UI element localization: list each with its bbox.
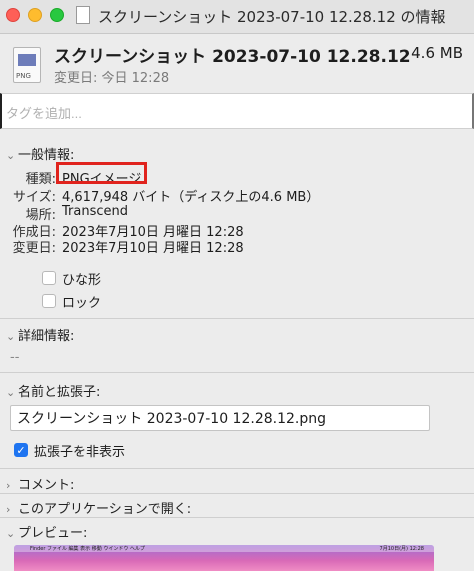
kind-label: 種類: [25,172,56,187]
details-value: -- [10,350,20,365]
open-with-section-label: このアプリケーションで開く: [18,502,192,517]
stationery-label: ひな形 [62,273,102,288]
locked-label: ロック [62,296,102,311]
open-with-section-header[interactable]: › このアプリケーションで開く: [6,498,191,517]
section-divider [0,517,474,518]
details-section-label: 詳細情報: [18,329,75,344]
chevron-right-icon: › [6,479,11,492]
file-preview-thumb [18,54,36,66]
file-size: 4.6 MB [411,44,463,62]
file-thumbnail-icon: PNG [13,47,41,83]
chevron-down-icon: ⌄ [6,149,16,162]
details-section-header[interactable]: ⌄ 詳細情報: [6,325,74,344]
stationery-checkbox[interactable] [42,271,56,285]
modified-value: 2023年7月10日 月曜日 12:28 [62,241,244,256]
file-modified-date: 変更日: 今日 12:28 [54,71,170,86]
hide-extension-label: 拡張子を非表示 [34,445,126,460]
modified-label: 変更日: [12,241,56,256]
name-ext-section-header[interactable]: ⌄ 名前と拡張子: [6,381,100,400]
preview-section-label: プレビュー: [18,526,88,541]
comments-section-label: コメント: [18,478,75,493]
preview-status-text: 7月10日(月) 12:28 [379,546,424,552]
kind-highlight-box [56,162,147,184]
tags-input[interactable] [0,93,474,129]
file-name-field[interactable] [10,405,430,431]
section-divider [0,493,474,494]
size-value: 4,617,948 バイト（ディスク上の4.6 MB） [62,190,320,205]
section-divider [0,468,474,469]
close-window-button[interactable] [6,8,20,22]
section-divider [0,372,474,373]
comments-section-header[interactable]: › コメント: [6,474,74,493]
zoom-window-button[interactable] [50,8,64,22]
file-name-heading: スクリーンショット 2023-07-10 12.28.12 [54,47,411,67]
chevron-down-icon: ⌄ [6,527,16,540]
minimize-window-button[interactable] [28,8,42,22]
preview-image: Finder ファイル 編集 表示 移動 ウインドウ ヘルプ 7月10日(月) … [14,545,434,571]
location-value: Transcend [62,204,128,219]
hide-extension-checkbox[interactable]: ✓ [14,443,28,457]
locked-checkbox[interactable] [42,294,56,308]
chevron-down-icon: ⌄ [6,330,16,343]
name-ext-section-label: 名前と拡張子: [18,385,101,400]
chevron-right-icon: › [6,503,11,516]
window-title: スクリーンショット 2023-07-10 12.28.12 の情報 [98,8,446,26]
section-divider [0,318,474,319]
size-label: サイズ: [13,190,56,205]
title-bar: スクリーンショット 2023-07-10 12.28.12 の情報 [0,0,474,34]
chevron-down-icon: ⌄ [6,386,16,399]
preview-section-header[interactable]: ⌄ プレビュー: [6,522,87,541]
general-section-label: 一般情報: [18,148,75,163]
preview-menu-text: Finder ファイル 編集 表示 移動 ウインドウ ヘルプ [30,546,145,552]
png-file-icon [76,6,90,24]
file-type-badge: PNG [16,72,31,80]
general-section-header[interactable]: ⌄ 一般情報: [6,144,74,163]
